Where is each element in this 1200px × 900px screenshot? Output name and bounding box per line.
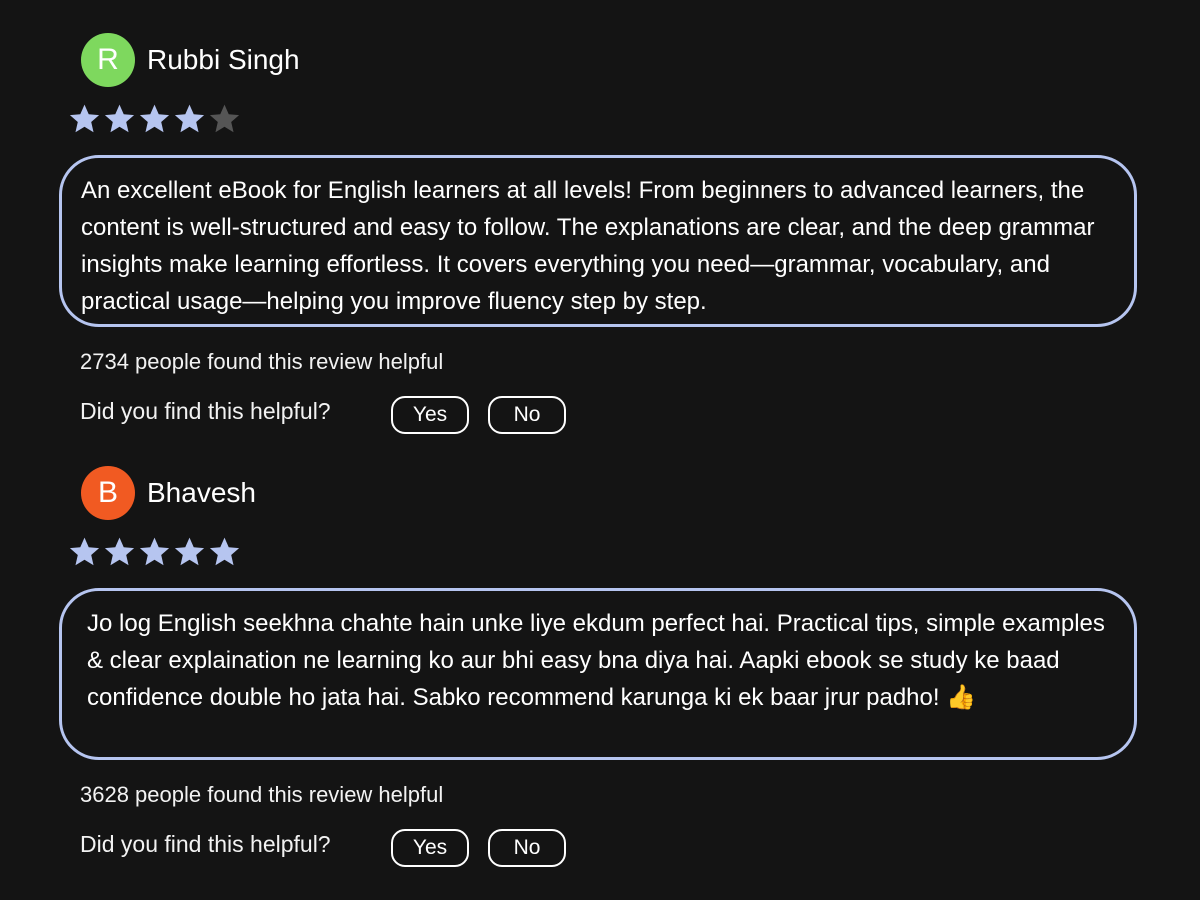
no-button[interactable]: No xyxy=(488,396,566,434)
review-text-content: An excellent eBook for English learners … xyxy=(81,177,1095,315)
star-filled-icon xyxy=(137,535,172,570)
helpful-question: Did you find this helpful? xyxy=(80,831,331,857)
star-filled-icon xyxy=(137,102,172,137)
review-text: An excellent eBook for English learners … xyxy=(59,155,1137,327)
review-text: Jo log English seekhna chahte hain unke … xyxy=(59,588,1137,760)
star-filled-icon xyxy=(102,102,137,137)
star-filled-icon xyxy=(207,535,242,570)
reviewer-header: B Bhavesh xyxy=(81,466,256,520)
helpful-count: 2734 people found this review helpful xyxy=(80,349,444,374)
yes-button[interactable]: Yes xyxy=(391,829,469,867)
star-empty-icon xyxy=(207,102,242,137)
star-rating xyxy=(67,532,242,572)
star-filled-icon xyxy=(102,535,137,570)
thumbs-up-icon: 👍 xyxy=(946,684,977,711)
helpful-count: 3628 people found this review helpful xyxy=(80,782,444,807)
star-filled-icon xyxy=(67,102,102,137)
star-filled-icon xyxy=(67,535,102,570)
yes-button[interactable]: Yes xyxy=(391,396,469,434)
star-filled-icon xyxy=(172,102,207,137)
star-filled-icon xyxy=(172,535,207,570)
star-rating xyxy=(67,99,242,139)
helpful-question: Did you find this helpful? xyxy=(80,398,331,424)
no-button[interactable]: No xyxy=(488,829,566,867)
avatar: B xyxy=(81,466,135,520)
reviewer-header: R Rubbi Singh xyxy=(81,33,300,87)
reviewer-name: Bhavesh xyxy=(147,477,256,508)
avatar: R xyxy=(81,33,135,87)
reviewer-name: Rubbi Singh xyxy=(147,44,300,75)
